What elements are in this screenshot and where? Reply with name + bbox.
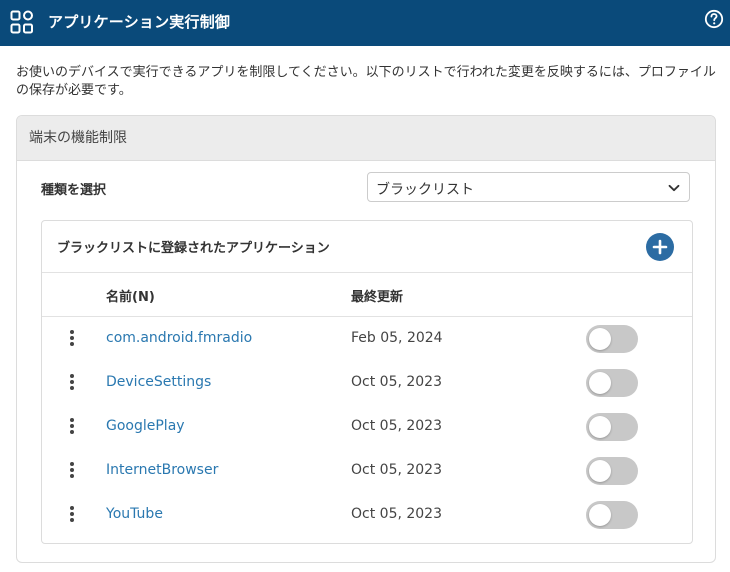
column-header-updated[interactable]: 最終更新 — [351, 286, 403, 305]
app-name-link[interactable]: YouTube — [106, 506, 163, 522]
app-name-link[interactable]: com.android.fmradio — [106, 330, 252, 346]
panel-title: 端末の機能制限 — [17, 116, 715, 161]
chevron-down-icon — [668, 184, 680, 192]
app-name-link[interactable]: DeviceSettings — [106, 374, 211, 390]
table-row: GooglePlay Oct 05, 2023 — [42, 405, 692, 449]
app-name-link[interactable]: InternetBrowser — [106, 462, 218, 478]
type-select-label: 種類を選択 — [41, 183, 107, 198]
toggle-knob — [589, 460, 611, 482]
description-text: お使いのデバイスで実行できるアプリを制限してください。以下のリストで行われた変更… — [16, 65, 716, 98]
app-name-link[interactable]: GooglePlay — [106, 418, 185, 434]
toggle-knob — [589, 416, 611, 438]
type-select[interactable]: ブラックリスト — [367, 172, 690, 202]
more-options-icon[interactable] — [66, 373, 78, 393]
more-options-icon[interactable] — [66, 461, 78, 481]
blacklist-card: ブラックリストに登録されたアプリケーション 名前(N) 最終更新 com.and… — [41, 220, 693, 544]
toggle-knob — [589, 328, 611, 350]
enable-toggle[interactable] — [586, 369, 638, 397]
enable-toggle[interactable] — [586, 325, 638, 353]
more-options-icon[interactable] — [66, 417, 78, 437]
toggle-knob — [589, 504, 611, 526]
last-updated: Oct 05, 2023 — [351, 506, 442, 522]
plus-icon — [652, 239, 668, 255]
device-restriction-panel: 端末の機能制限 種類を選択 ブラックリスト ブラックリストに登録されたアプリケー… — [16, 115, 716, 563]
enable-toggle[interactable] — [586, 501, 638, 529]
apps-grid-icon — [10, 10, 33, 34]
table-row: InternetBrowser Oct 05, 2023 — [42, 449, 692, 493]
divider — [42, 272, 692, 273]
table-row: YouTube Oct 05, 2023 — [42, 493, 692, 537]
app-header: アプリケーション実行制御 — [0, 0, 730, 46]
last-updated: Oct 05, 2023 — [351, 418, 442, 434]
add-app-button[interactable] — [646, 233, 674, 261]
toggle-knob — [589, 372, 611, 394]
enable-toggle[interactable] — [586, 457, 638, 485]
last-updated: Oct 05, 2023 — [351, 462, 442, 478]
column-header-name[interactable]: 名前(N) — [106, 286, 155, 305]
table-row: DeviceSettings Oct 05, 2023 — [42, 361, 692, 405]
type-select-value: ブラックリスト — [376, 182, 474, 198]
table-row: com.android.fmradio Feb 05, 2024 — [42, 317, 692, 361]
page-title: アプリケーション実行制御 — [48, 13, 231, 31]
more-options-icon[interactable] — [66, 329, 78, 349]
last-updated: Oct 05, 2023 — [351, 374, 442, 390]
last-updated: Feb 05, 2024 — [351, 330, 443, 346]
list-title: ブラックリストに登録されたアプリケーション — [57, 241, 330, 256]
help-circle-icon[interactable] — [704, 9, 724, 29]
more-options-icon[interactable] — [66, 505, 78, 525]
enable-toggle[interactable] — [586, 413, 638, 441]
